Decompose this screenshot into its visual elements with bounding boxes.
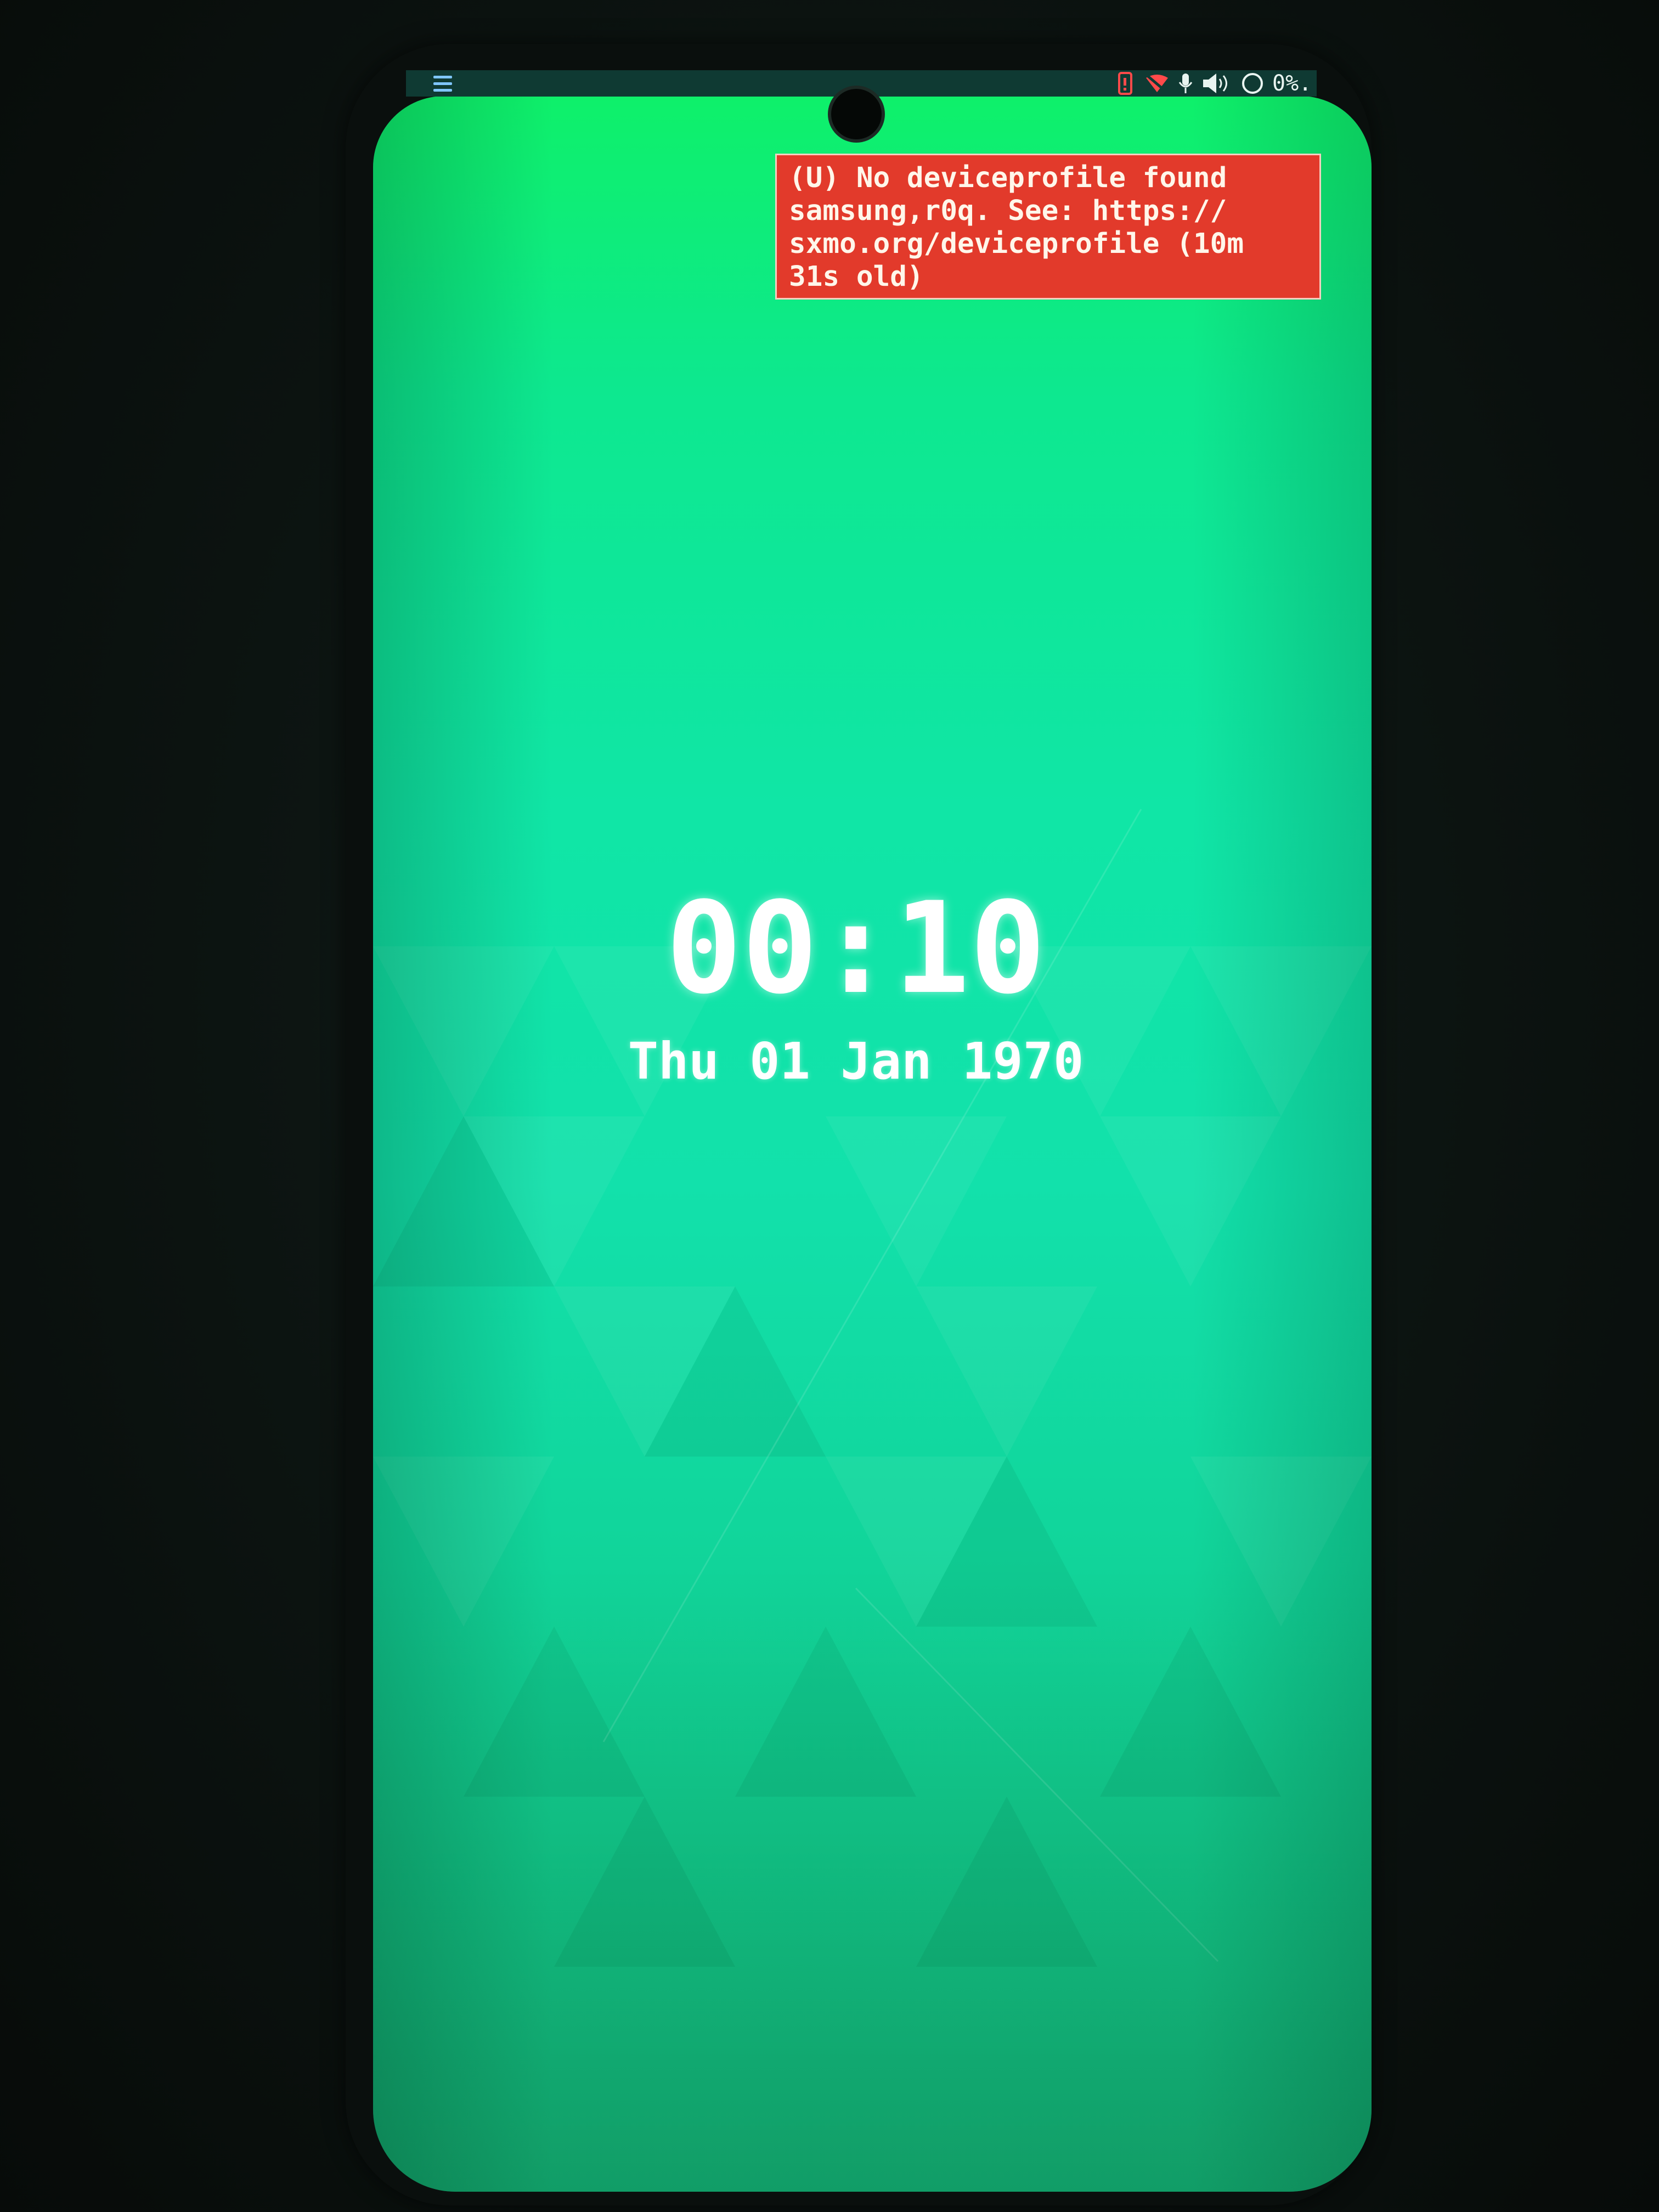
notification-popup[interactable]: (U) No deviceprofile found samsung,r0q. … <box>775 154 1321 300</box>
lockscreen-time: 00:10 <box>665 876 1046 1022</box>
brightness-icon <box>1242 73 1263 94</box>
status-icons: 0%. <box>1116 70 1312 97</box>
lockscreen-date: Thu 01 Jan 1970 <box>628 1032 1084 1091</box>
battery-text: 0%. <box>1272 71 1312 96</box>
notification-line: 31s old) <box>789 261 924 293</box>
wifi-off-icon <box>1145 74 1169 94</box>
front-camera-cutout <box>831 89 882 139</box>
hamburger-menu-icon[interactable] <box>433 76 452 94</box>
microphone-icon <box>1178 74 1193 93</box>
notification-line: sxmo.org/deviceprofile (10m <box>789 228 1244 260</box>
phone-alert-icon <box>1118 72 1132 95</box>
phone-screen <box>373 96 1372 2192</box>
notification-line: (U) No deviceprofile found <box>789 162 1227 194</box>
volume-icon <box>1203 74 1227 93</box>
wallpaper-shade <box>373 96 1372 2192</box>
notification-line: samsung,r0q. See: https:// <box>789 195 1227 227</box>
